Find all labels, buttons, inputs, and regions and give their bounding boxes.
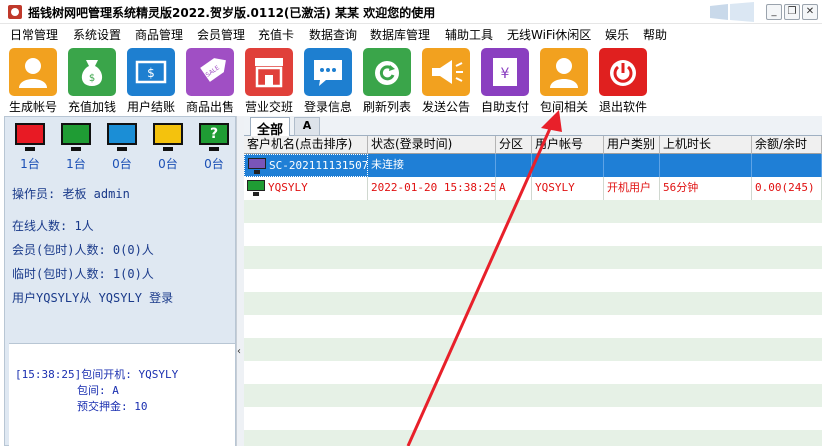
user-room-icon <box>540 48 588 96</box>
col-machine[interactable]: 客户机名(点击排序) <box>244 136 368 154</box>
log-line: 预交押金: 10 <box>77 400 148 413</box>
menu-bar: 日常管理 系统设置 商品管理 会员管理 充值卡 数据查询 数据库管理 辅助工具 … <box>0 24 822 44</box>
shop-icon <box>245 48 293 96</box>
toolbar: 生成帐号 $ 充值加钱 $ 用户结账 SALE 商品出售 营业交班 登录信息 刷… <box>0 44 822 116</box>
login-message: 用户YQSYLY从 YQSYLY 登录 <box>12 291 174 305</box>
menu-query[interactable]: 数据查询 <box>309 26 357 43</box>
empty-row <box>244 315 822 338</box>
login-info-button[interactable]: 登录信息 <box>299 46 357 114</box>
temp-count: 临时(包时)人数: 1(0)人 <box>12 267 154 281</box>
menu-goods[interactable]: 商品管理 <box>135 26 183 43</box>
event-log: [15:38:25]包间开机: YQSYLY 包间: A 预交押金: 10 <box>9 343 235 446</box>
yen-icon: ¥ <box>481 48 529 96</box>
member-count: 会员(包时)人数: 0(0)人 <box>12 243 154 257</box>
menu-members[interactable]: 会员管理 <box>197 26 245 43</box>
col-duration[interactable]: 上机时长 <box>660 136 752 154</box>
menu-settings[interactable]: 系统设置 <box>73 26 121 43</box>
sale-tag-icon: SALE <box>186 48 234 96</box>
table-row[interactable]: SC-202111131507 未连接 <box>244 154 822 177</box>
panel-splitter[interactable]: ‹ <box>236 116 244 446</box>
svg-text:$: $ <box>147 66 155 80</box>
send-announcement-button[interactable]: 发送公告 <box>417 46 475 114</box>
empty-row <box>244 246 822 269</box>
money-bag-icon: $ <box>68 48 116 96</box>
monitor-status-yellow[interactable]: 0台 <box>151 121 185 171</box>
create-account-button[interactable]: 生成帐号 <box>4 46 62 114</box>
client-table: 客户机名(点击排序) 状态(登录时间) 分区 用户帐号 用户类别 上机时长 余额… <box>244 136 822 446</box>
window-title: 摇钱树网吧管理系统精灵版2022.贺岁版.0112(已激活) 某某 欢迎您的使用 <box>28 6 436 20</box>
menu-recharge-card[interactable]: 充值卡 <box>258 26 294 43</box>
refresh-icon <box>363 48 411 96</box>
operator-label: 操作员: 老板 admin <box>12 187 130 201</box>
monitor-status-blue[interactable]: 0台 <box>105 121 139 171</box>
self-pay-button[interactable]: ¥ 自助支付 <box>476 46 534 114</box>
table-row[interactable]: YQSYLY 2022-01-20 15:38:25 A YQSYLY 开机用户… <box>244 177 822 200</box>
log-line: 包间: A <box>77 384 119 397</box>
shift-handover-button[interactable]: 营业交班 <box>240 46 298 114</box>
user-icon <box>9 48 57 96</box>
collapse-arrow-icon[interactable]: ‹ <box>237 346 241 357</box>
computer-offline-icon <box>248 158 266 174</box>
minimize-button[interactable]: _ <box>766 4 782 20</box>
chat-icon <box>304 48 352 96</box>
empty-row <box>244 361 822 384</box>
power-icon <box>599 48 647 96</box>
col-type[interactable]: 用户类别 <box>604 136 660 154</box>
tab-a[interactable]: A <box>294 117 320 136</box>
app-logo-icon <box>8 5 22 19</box>
empty-row <box>244 223 822 246</box>
checkout-button[interactable]: $ 用户结账 <box>122 46 180 114</box>
empty-row <box>244 200 822 223</box>
empty-row <box>244 430 822 446</box>
col-zone[interactable]: 分区 <box>496 136 532 154</box>
tab-all[interactable]: 全部 <box>250 117 290 138</box>
empty-row <box>244 407 822 430</box>
sell-goods-button[interactable]: SALE 商品出售 <box>181 46 239 114</box>
empty-row <box>244 338 822 361</box>
refresh-list-button[interactable]: 刷新列表 <box>358 46 416 114</box>
menu-daily[interactable]: 日常管理 <box>10 26 58 43</box>
monitor-status-idle[interactable]: 1台 <box>59 121 93 171</box>
menu-help[interactable]: 帮助 <box>643 26 667 43</box>
col-account[interactable]: 用户帐号 <box>532 136 604 154</box>
zone-tabs: 全部 A <box>244 116 822 138</box>
online-count: 在线人数: 1人 <box>12 219 94 233</box>
status-panel: 1台 1台 0台 0台 ? 0台 操作员: 老板 admin 在线人数: 1人 … <box>4 116 236 446</box>
empty-row <box>244 292 822 315</box>
private-room-button[interactable]: 包间相关 <box>535 46 593 114</box>
menu-tools[interactable]: 辅助工具 <box>445 26 493 43</box>
title-bar: 摇钱树网吧管理系统精灵版2022.贺岁版.0112(已激活) 某某 欢迎您的使用… <box>0 0 822 24</box>
col-status[interactable]: 状态(登录时间) <box>368 136 496 154</box>
close-button[interactable]: ✕ <box>802 4 818 20</box>
computer-online-icon <box>247 180 265 196</box>
menu-database[interactable]: 数据库管理 <box>370 26 430 43</box>
table-header: 客户机名(点击排序) 状态(登录时间) 分区 用户帐号 用户类别 上机时长 余额… <box>244 136 822 154</box>
col-balance[interactable]: 余额/余时 <box>752 136 822 154</box>
empty-row <box>244 269 822 292</box>
empty-row <box>244 384 822 407</box>
exit-software-button[interactable]: 退出软件 <box>594 46 652 114</box>
megaphone-icon <box>422 48 470 96</box>
log-line: [15:38:25]包间开机: YQSYLY <box>15 368 179 381</box>
svg-text:$: $ <box>89 73 95 84</box>
windows-logo-icon <box>710 2 754 22</box>
menu-wifi[interactable]: 无线WiFi休闲区 <box>507 26 591 43</box>
monitor-status-online[interactable]: 1台 <box>13 121 47 171</box>
monitor-status-unknown[interactable]: ? 0台 <box>197 121 231 171</box>
dollar-bill-icon: $ <box>127 48 175 96</box>
recharge-button[interactable]: $ 充值加钱 <box>63 46 121 114</box>
svg-text:¥: ¥ <box>501 66 510 82</box>
restore-button[interactable]: ❐ <box>784 4 800 20</box>
menu-entertainment[interactable]: 娱乐 <box>605 26 629 43</box>
